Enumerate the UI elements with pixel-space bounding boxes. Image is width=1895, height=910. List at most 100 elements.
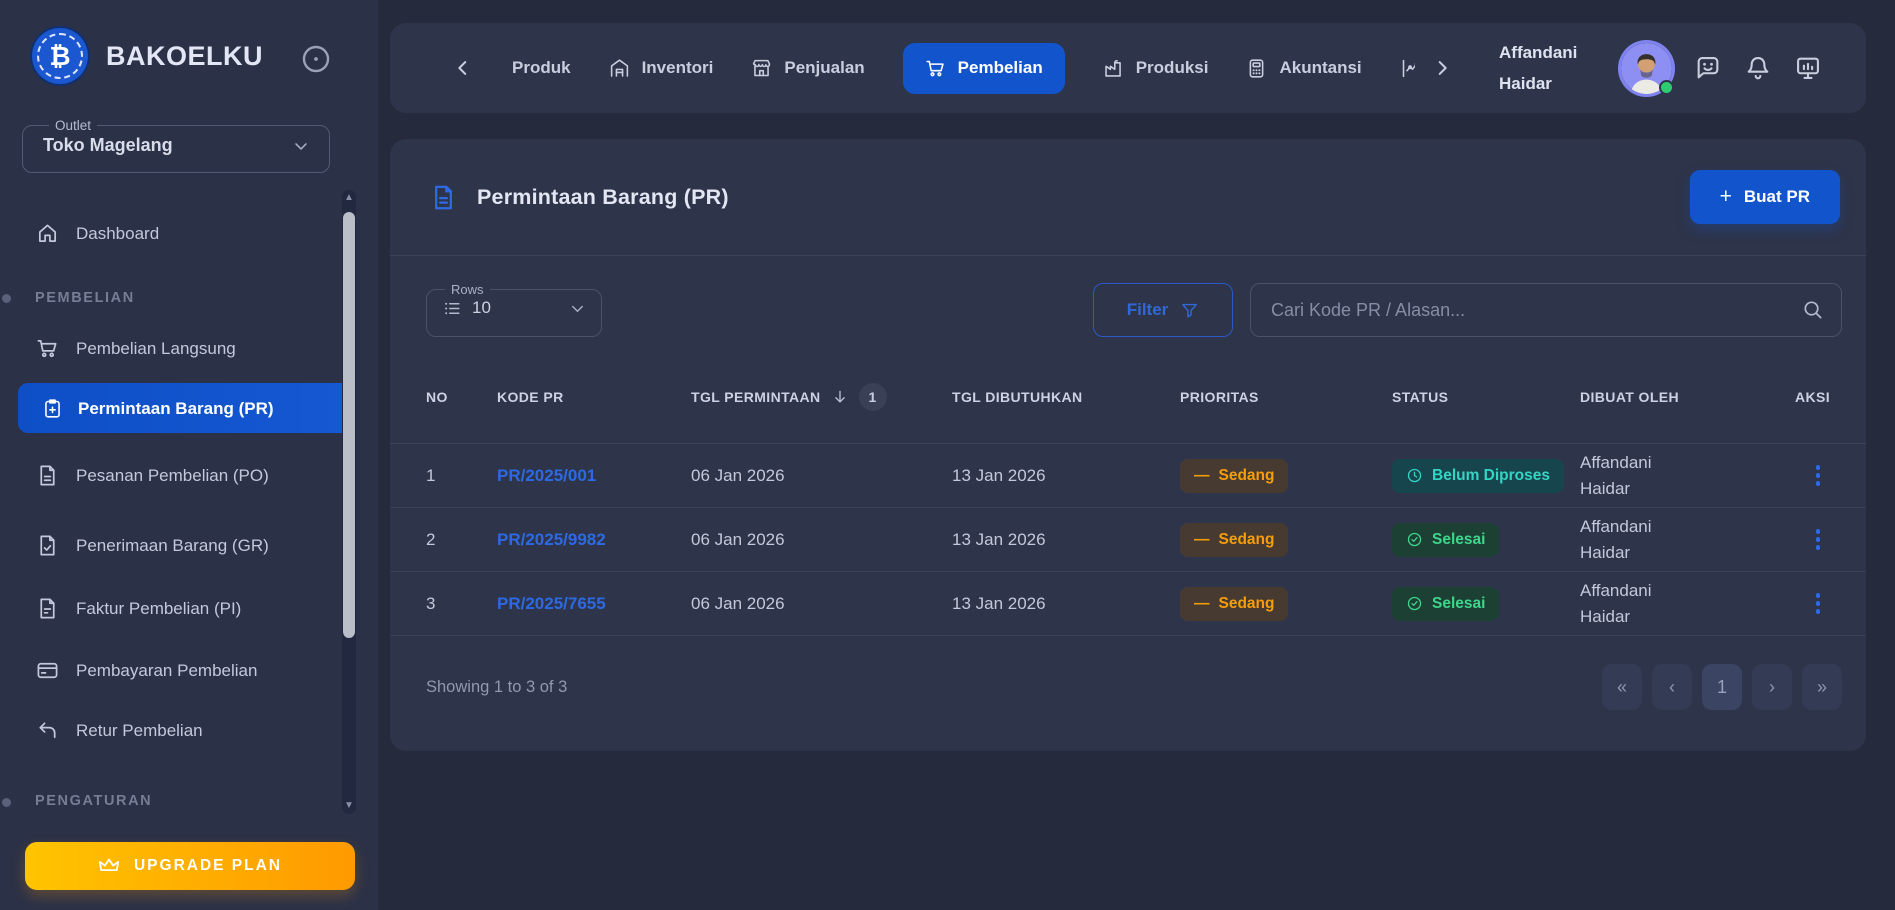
first-page-button[interactable]: « [1602, 664, 1642, 710]
last-page-button[interactable]: » [1802, 664, 1842, 710]
cell-tgl-dibutuhkan: 13 Jan 2026 [952, 530, 1180, 550]
return-arrow-icon [36, 719, 59, 742]
search-icon[interactable] [1801, 298, 1824, 321]
column-header-kode-pr: KODE PR [497, 386, 691, 408]
sidebar-item-pembayaran-pembelian[interactable]: Pembayaran Pembelian [36, 650, 257, 690]
user-area: Affandani Haidar [1499, 37, 1822, 99]
pr-code-link[interactable]: PR/2025/7655 [497, 594, 691, 614]
sidebar-item-label: Pembelian Langsung [76, 332, 236, 365]
credit-card-icon [36, 659, 59, 682]
scroll-down-icon[interactable]: ▼ [342, 799, 356, 813]
cell-tgl-dibutuhkan: 13 Jan 2026 [952, 466, 1180, 486]
cell-dibuat-oleh: Affandani Haidar [1580, 450, 1696, 502]
priority-badge: — Sedang [1180, 523, 1288, 557]
factory-icon [1103, 58, 1124, 79]
sidebar-section-pengaturan: PENGATURAN [35, 793, 152, 809]
status-badge: Selesai [1392, 587, 1499, 621]
sidebar-item-retur-pembelian[interactable]: Retur Pembelian [36, 710, 203, 750]
clock-icon [1406, 467, 1423, 484]
current-page-button[interactable]: 1 [1702, 664, 1742, 710]
sidebar-item-pesanan-pembelian[interactable]: Pesanan Pembelian (PO) [36, 440, 276, 510]
list-icon [443, 299, 462, 318]
row-actions-kebab-icon[interactable] [1806, 589, 1831, 618]
tab-label: Produk [512, 58, 571, 78]
next-page-button[interactable]: › [1752, 664, 1792, 710]
panel-header: Permintaan Barang (PR) + Buat PR [390, 139, 1866, 256]
table-row: 3 PR/2025/7655 06 Jan 2026 13 Jan 2026 —… [390, 572, 1866, 636]
row-actions-kebab-icon[interactable] [1806, 525, 1831, 554]
sidebar-item-permintaan-barang[interactable]: Permintaan Barang (PR) [18, 383, 354, 433]
previous-page-button[interactable]: ‹ [1652, 664, 1692, 710]
column-header-dibuat-oleh: DIBUAT OLEH [1580, 386, 1792, 408]
column-header-tgl-dibutuhkan: TGL DIBUTUHKAN [952, 389, 1083, 405]
pr-code-link[interactable]: PR/2025/9982 [497, 530, 691, 550]
bell-icon[interactable] [1744, 54, 1772, 82]
priority-badge: — Sedang [1180, 459, 1288, 493]
chevron-down-icon [568, 299, 587, 318]
pr-code-link[interactable]: PR/2025/001 [497, 466, 691, 486]
sidebar-scrollbar[interactable]: ▲ ▼ [342, 190, 356, 814]
tab-penjualan[interactable]: Penjualan [751, 58, 864, 79]
create-pr-label: Buat PR [1744, 187, 1810, 207]
chevron-right-icon[interactable] [1431, 57, 1453, 79]
filter-button[interactable]: Filter [1093, 283, 1233, 337]
top-navigation: Produk Inventori Penjualan Pembelian Pro [390, 23, 1866, 113]
monitor-icon[interactable] [1794, 54, 1822, 82]
document-check-icon [36, 534, 59, 557]
tab-akuntansi[interactable]: Akuntansi [1246, 58, 1361, 79]
chat-icon[interactable] [1694, 54, 1722, 82]
crown-icon [98, 855, 120, 877]
search-field [1250, 283, 1842, 337]
tab-inventori[interactable]: Inventori [609, 58, 714, 79]
tab-label: Akuntansi [1279, 58, 1361, 78]
rows-label: Rows [445, 282, 490, 297]
calculator-icon [1246, 58, 1267, 79]
scrollbar-thumb[interactable] [343, 212, 355, 638]
cell-dibuat-oleh: Affandani Haidar [1580, 514, 1696, 566]
upgrade-plan-button[interactable]: UPGRADE PLAN [25, 842, 355, 890]
chevron-left-icon[interactable] [452, 57, 474, 79]
column-header-tgl-permintaan[interactable]: TGL PERMINTAAN 1 [691, 383, 952, 411]
cart-icon [925, 58, 946, 79]
dash-icon: — [1194, 467, 1210, 485]
column-header-no: NO [426, 386, 497, 408]
priority-label: Sedang [1219, 467, 1275, 485]
sidebar-item-faktur-pembelian[interactable]: Faktur Pembelian (PI) [36, 588, 241, 628]
search-input[interactable] [1250, 283, 1842, 337]
table-row: 1 PR/2025/001 06 Jan 2026 13 Jan 2026 — … [390, 444, 1866, 508]
showing-summary: Showing 1 to 3 of 3 [426, 678, 567, 697]
tab-produk[interactable]: Produk [512, 58, 571, 78]
status-label: Selesai [1432, 531, 1485, 549]
tab-pembelian[interactable]: Pembelian [903, 43, 1065, 94]
upgrade-plan-label: UPGRADE PLAN [134, 857, 282, 875]
sidebar-collapse-icon[interactable] [300, 43, 332, 75]
bitcoin-glyph: ₿ [49, 41, 70, 72]
storefront-icon [751, 58, 772, 79]
scroll-up-icon[interactable]: ▲ [342, 191, 356, 205]
home-icon [36, 222, 59, 245]
cell-dibuat-oleh: Affandani Haidar [1580, 578, 1696, 630]
table-row: 2 PR/2025/9982 06 Jan 2026 13 Jan 2026 —… [390, 508, 1866, 572]
column-header-label: TGL PERMINTAAN [691, 386, 821, 408]
document-icon [36, 464, 59, 487]
outlet-select[interactable]: Outlet Toko Magelang [22, 118, 330, 173]
tab-produksi[interactable]: Produksi [1103, 58, 1209, 79]
sidebar-item-pembelian-langsung[interactable]: Pembelian Langsung [36, 328, 236, 368]
user-name: Affandani Haidar [1499, 37, 1599, 99]
sidebar-item-label: Pembayaran Pembelian [76, 654, 257, 687]
brand: ₿ BAKOELKU [32, 28, 263, 84]
sidebar-item-dashboard[interactable]: Dashboard [36, 213, 159, 253]
sidebar-item-penerimaan-barang[interactable]: Penerimaan Barang (GR) [36, 510, 276, 580]
column-header-status: STATUS [1392, 386, 1580, 408]
tab-label: Penjualan [784, 58, 864, 78]
tab-label: Pembelian [958, 58, 1043, 78]
row-actions-kebab-icon[interactable] [1806, 461, 1831, 490]
pagination: « ‹ 1 › » [1602, 664, 1842, 710]
table-toolbar: Rows 10 Filter [426, 282, 1842, 337]
rows-per-page-select[interactable]: Rows 10 [426, 282, 602, 337]
create-pr-button[interactable]: + Buat PR [1690, 170, 1840, 224]
dash-icon: — [1194, 595, 1210, 613]
analytics-chart-icon[interactable] [1400, 58, 1415, 79]
avatar[interactable] [1621, 43, 1672, 94]
sort-descending-icon [831, 388, 849, 406]
